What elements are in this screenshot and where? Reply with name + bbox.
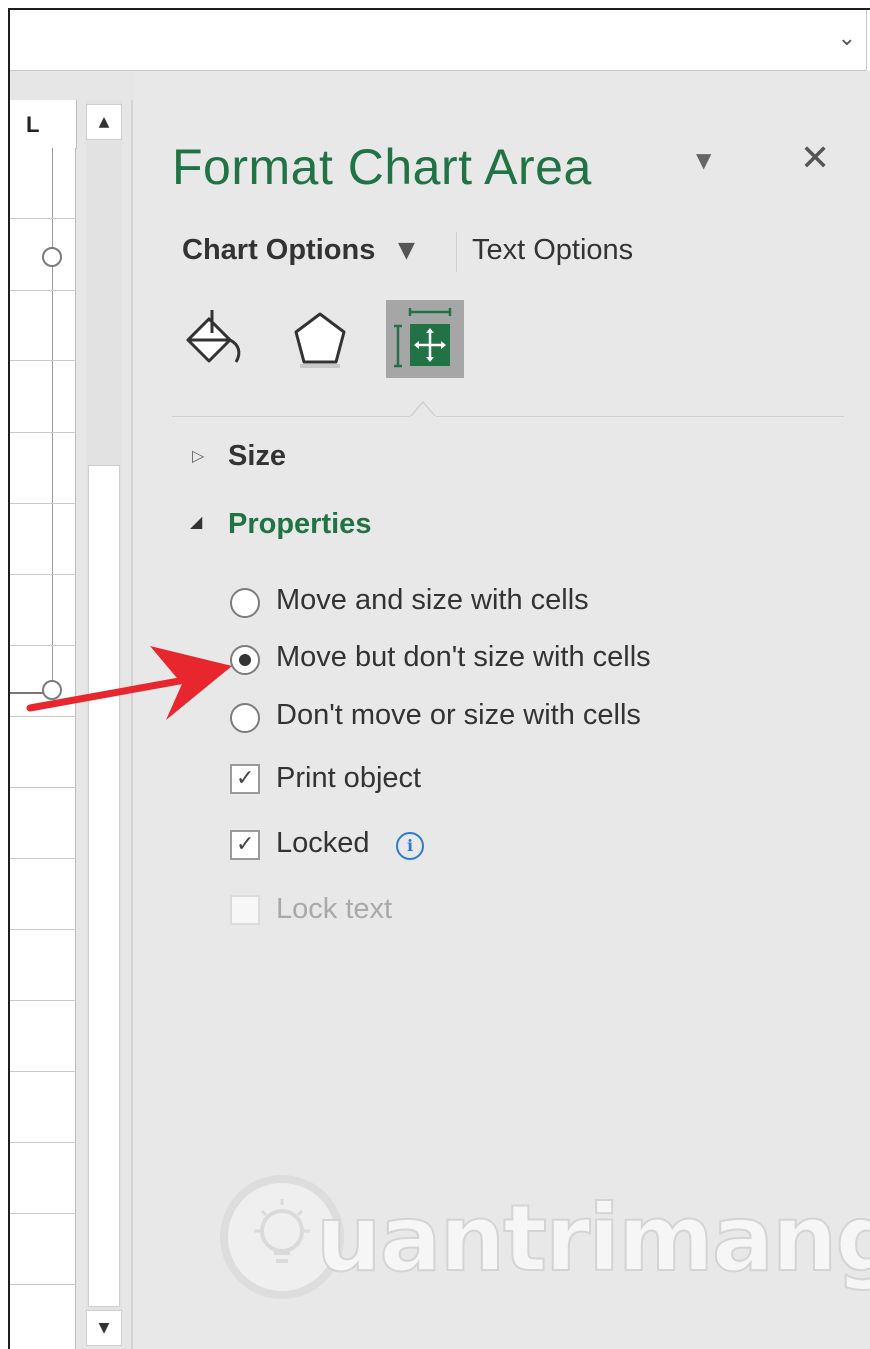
watermark-text: uantrimang bbox=[315, 1184, 870, 1293]
annotation-arrow bbox=[26, 646, 232, 720]
window: ⌄ L ▲ ▼ Format Chart Area ▼ ✕ Chart Opti… bbox=[0, 0, 870, 1349]
